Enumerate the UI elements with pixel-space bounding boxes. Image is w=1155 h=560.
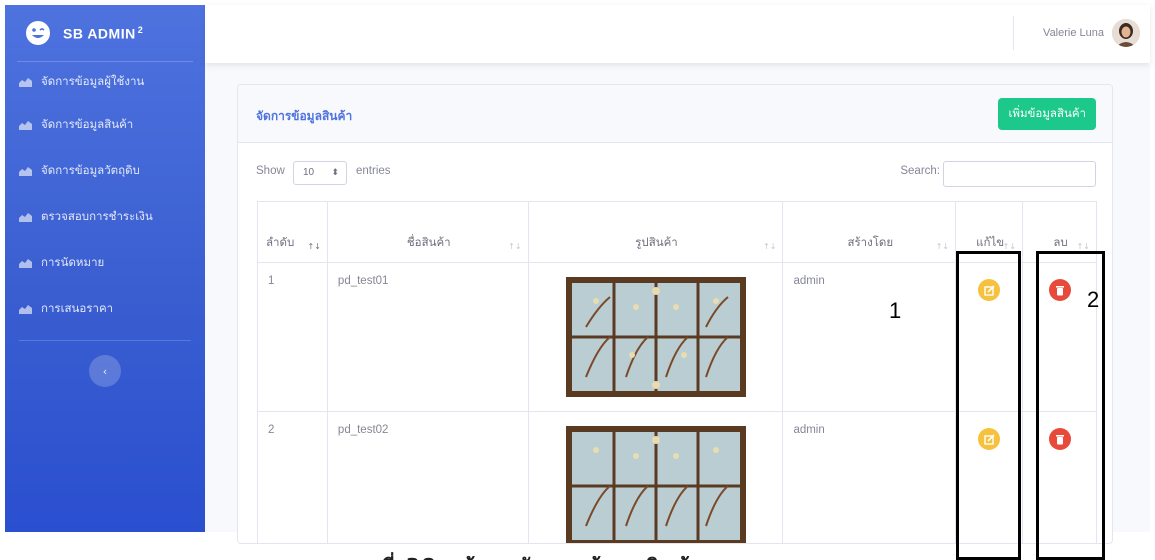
- cell-name: pd_test02: [326, 411, 529, 543]
- sidebar-divider-bottom: [19, 340, 191, 341]
- sort-icon: ↑↓: [763, 242, 777, 251]
- column-header-created-by[interactable]: สร้างโดย ↑↓: [782, 201, 957, 263]
- card-title: จัดการข้อมูลสินค้า: [256, 109, 353, 123]
- sidebar: SB ADMIN 2 จัดการข้อมูลผู้ใช้งาน จัดการข้อ…: [5, 5, 205, 532]
- chart-area-icon: [19, 121, 32, 130]
- sort-icon: ↑↓: [1076, 242, 1090, 251]
- product-image: [565, 426, 746, 543]
- user-name[interactable]: Valerie Luna: [1043, 27, 1104, 39]
- entries-length-value: 10: [303, 167, 315, 178]
- column-header-image[interactable]: รูปสินค้า ↑↓: [527, 201, 784, 263]
- sidebar-brand[interactable]: SB ADMIN 2: [5, 5, 205, 61]
- sidebar-item-1[interactable]: จัดการข้อมูลผู้ใช้งาน: [5, 62, 205, 102]
- brand-name: SB ADMIN 2: [63, 24, 144, 42]
- search-label: Search:: [900, 165, 940, 177]
- cell-created-by: admin: [782, 262, 957, 412]
- search-input[interactable]: [943, 161, 1096, 187]
- chevron-left-icon: ‹: [102, 364, 108, 378]
- chart-area-icon: [19, 213, 32, 222]
- sort-asc-icon: ↑↓: [307, 242, 321, 251]
- sidebar-item-label: จัดการข้อมูลวัตถุดิบ: [41, 163, 140, 177]
- sidebar-item-label: การเสนอราคา: [41, 301, 114, 315]
- table-controls: Show 10 ⬍ entries Search:: [238, 143, 1112, 198]
- topbar: Valerie Luna: [205, 5, 1150, 63]
- cell-no: 2: [257, 411, 328, 543]
- sidebar-toggle-button[interactable]: ‹: [89, 355, 121, 387]
- sort-icon: ↑↓: [508, 242, 522, 251]
- sidebar-item-label: จัดการข้อมูลสินค้า: [41, 117, 134, 131]
- column-header-no[interactable]: ลำดับ ↑↓: [257, 201, 328, 263]
- annotation-box-edit: [956, 251, 1021, 560]
- chart-area-icon: [19, 259, 32, 268]
- sidebar-item-3[interactable]: จัดการข้อมูลวัตถุดิบ: [5, 148, 205, 194]
- annotation-label-2: 2: [1087, 287, 1100, 312]
- figure-caption: ภาพที่ 38 หน้าจอจัดการข้อมูลสินค้า: [338, 538, 738, 560]
- entries-label: entries: [356, 165, 391, 177]
- cell-name: pd_test01: [326, 262, 529, 412]
- cell-image: [527, 262, 784, 412]
- sidebar-item-5[interactable]: การนัดหมาย: [5, 240, 205, 286]
- entries-length-select[interactable]: 10 ⬍: [293, 161, 347, 185]
- sort-icon: ↑↓: [1002, 242, 1017, 251]
- chart-area-icon: [19, 78, 32, 87]
- avatar-image: [1112, 19, 1140, 47]
- sidebar-nav: จัดการข้อมูลผู้ใช้งานจัดการข้อมูลสินค้าจ…: [5, 62, 205, 332]
- cell-created-by: admin: [782, 411, 957, 543]
- cell-image: [527, 411, 784, 543]
- select-arrows-icon: ⬍: [331, 167, 339, 177]
- annotation-label-1: 1: [889, 298, 902, 323]
- show-label: Show: [256, 165, 285, 177]
- cell-no: 1: [257, 262, 328, 412]
- card-header: จัดการข้อมูลสินค้า เพิ่มข้อมูลสินค้า: [238, 85, 1112, 143]
- sort-icon: ↑↓: [935, 242, 950, 251]
- avatar[interactable]: [1112, 19, 1140, 47]
- chart-area-icon: [19, 305, 32, 314]
- sidebar-item-2[interactable]: จัดการข้อมูลสินค้า: [5, 102, 205, 148]
- sidebar-item-4[interactable]: ตรวจสอบการชำระเงิน: [5, 194, 205, 240]
- chart-area-icon: [19, 167, 32, 176]
- laugh-wink-icon: [26, 21, 50, 45]
- sidebar-item-label: การนัดหมาย: [41, 255, 105, 269]
- topbar-divider: [1013, 16, 1014, 50]
- column-header-name[interactable]: ชื่อสินค้า ↑↓: [326, 201, 529, 263]
- product-image: [565, 277, 746, 397]
- add-product-button[interactable]: เพิ่มข้อมูลสินค้า: [998, 98, 1096, 130]
- sidebar-item-6[interactable]: การเสนอราคา: [5, 286, 205, 332]
- sidebar-item-label: ตรวจสอบการชำระเงิน: [41, 209, 153, 223]
- sidebar-item-label: จัดการข้อมูลผู้ใช้งาน: [41, 74, 145, 88]
